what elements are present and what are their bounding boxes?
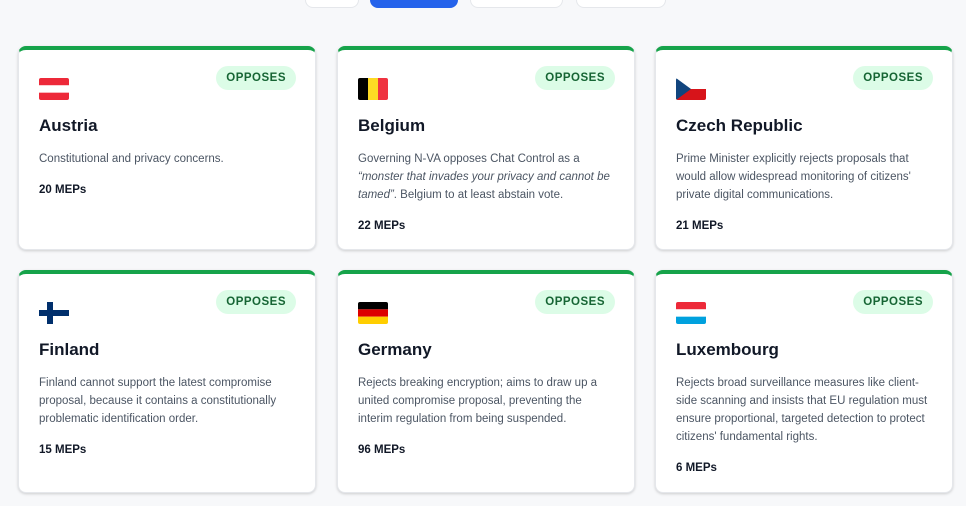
czech-flag-icon <box>676 78 706 100</box>
filter-tabs <box>0 0 966 8</box>
meps-count: 96 MEPs <box>358 444 406 456</box>
status-badge: OPPOSES <box>535 290 615 314</box>
country-card-austria[interactable]: OPPOSES Austria Constitutional and priva… <box>18 46 316 250</box>
status-badge: OPPOSES <box>216 290 296 314</box>
country-description: Rejects broad surveillance measures like… <box>676 377 928 443</box>
country-name: Luxembourg <box>676 340 779 359</box>
country-name: Germany <box>358 340 432 359</box>
country-card-belgium[interactable]: OPPOSES Belgium Governing N-VA opposes C… <box>337 46 635 250</box>
filter-tab-3[interactable] <box>470 0 563 8</box>
country-card-finland[interactable]: OPPOSES Finland Finland cannot support t… <box>18 270 316 493</box>
country-card-germany[interactable]: OPPOSES Germany Rejects breaking encrypt… <box>337 270 635 493</box>
meps-count: 20 MEPs <box>39 184 87 196</box>
meps-count: 21 MEPs <box>676 220 724 232</box>
status-badge: OPPOSES <box>853 290 933 314</box>
country-card-luxembourg[interactable]: OPPOSES Luxembourg Rejects broad surveil… <box>655 270 953 493</box>
filter-tab-1[interactable] <box>305 0 359 8</box>
meps-count: 6 MEPs <box>676 462 717 474</box>
country-name: Belgium <box>358 116 426 135</box>
luxembourg-flag-icon <box>676 302 706 324</box>
finland-flag-icon <box>39 302 69 324</box>
filter-tab-2-active[interactable] <box>370 0 458 8</box>
filter-tab-4[interactable] <box>576 0 666 8</box>
country-name: Finland <box>39 340 100 359</box>
country-name: Austria <box>39 116 98 135</box>
status-badge: OPPOSES <box>535 66 615 90</box>
austria-flag-icon <box>39 78 69 100</box>
status-badge: OPPOSES <box>216 66 296 90</box>
country-description: Finland cannot support the latest compro… <box>39 377 277 425</box>
country-description: Prime Minister explicitly rejects propos… <box>676 153 911 201</box>
country-description: Governing N-VA opposes Chat Control as a… <box>358 153 610 201</box>
meps-count: 22 MEPs <box>358 220 406 232</box>
status-badge: OPPOSES <box>853 66 933 90</box>
germany-flag-icon <box>358 302 388 324</box>
belgium-flag-icon <box>358 78 388 100</box>
country-description: Rejects breaking encryption; aims to dra… <box>358 377 598 425</box>
country-description: Constitutional and privacy concerns. <box>39 153 224 165</box>
country-card-czech-republic[interactable]: OPPOSES Czech Republic Prime Minister ex… <box>655 46 953 250</box>
meps-count: 15 MEPs <box>39 444 87 456</box>
country-name: Czech Republic <box>676 116 803 135</box>
